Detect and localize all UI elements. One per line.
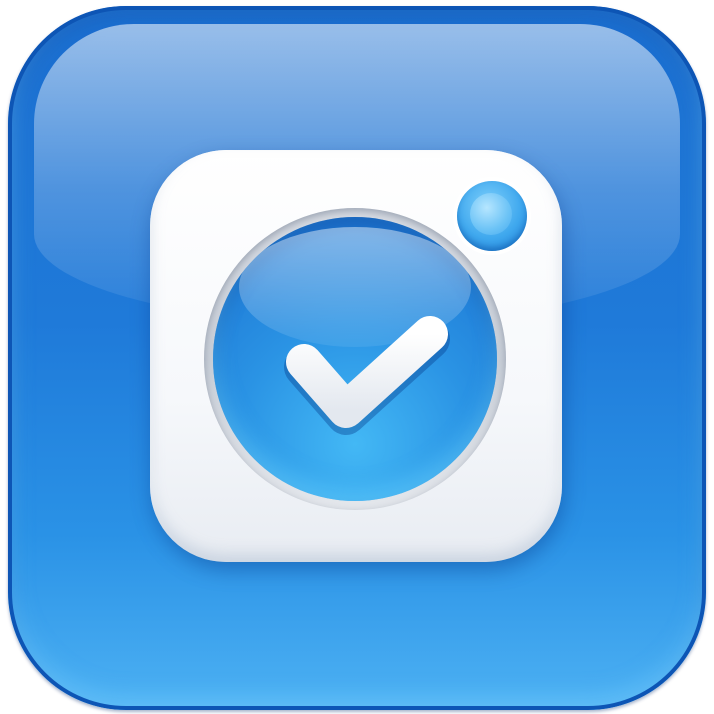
app-icon-stage [0, 0, 714, 714]
flash-dot-icon [457, 181, 527, 251]
flash-dot-highlight [470, 193, 512, 235]
lens-gloss [239, 227, 471, 347]
lens [213, 217, 497, 501]
